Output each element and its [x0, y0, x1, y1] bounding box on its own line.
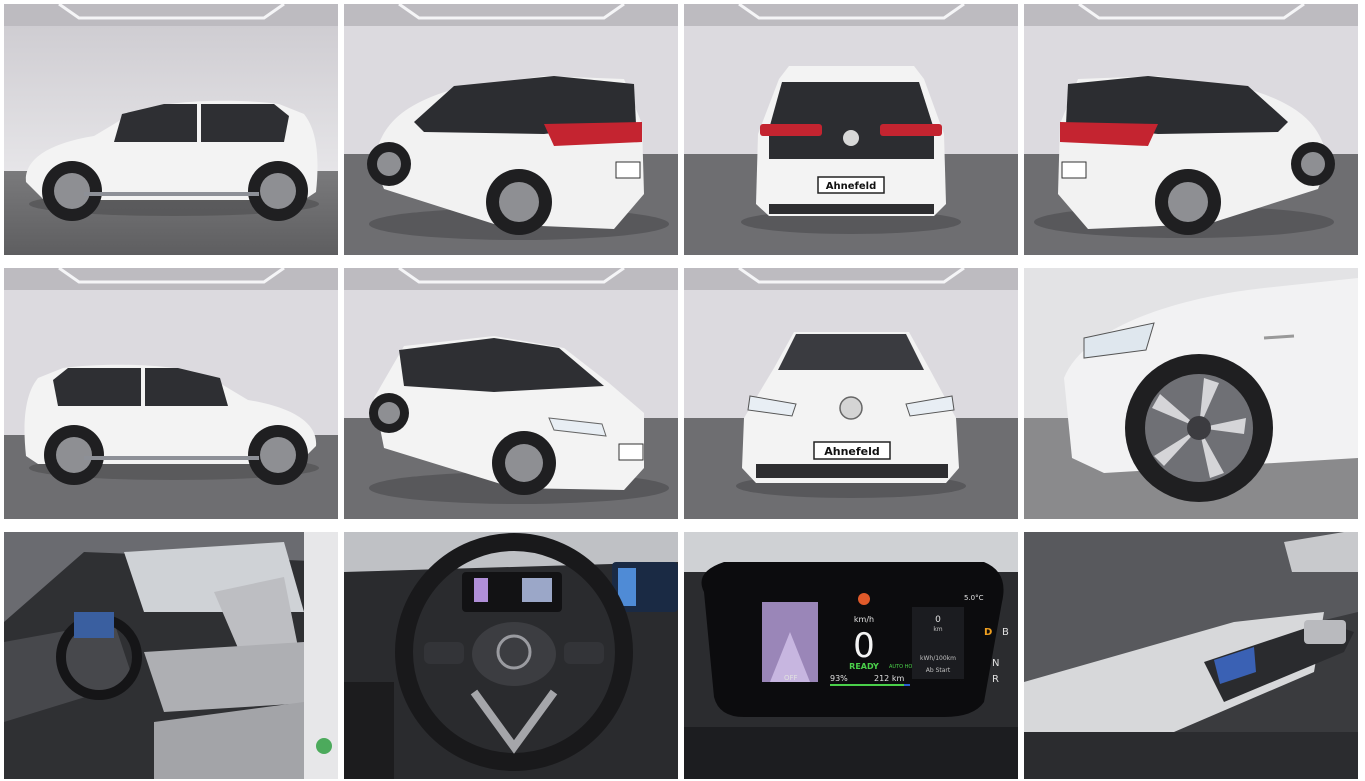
front-image: Ahnefeld	[684, 268, 1018, 519]
side-left-image	[4, 4, 338, 255]
ready-label: READY	[849, 662, 879, 671]
photo-instrument-display[interactable]: km/h 0 READY AUTO HOLD 93% 212 km OFF 5.…	[684, 532, 1018, 779]
instrument-display-image: km/h 0 READY AUTO HOLD 93% 212 km OFF 5.…	[684, 532, 1018, 779]
range-value: 212 km	[874, 674, 904, 683]
photo-rear-three-quarter-right[interactable]	[1024, 4, 1358, 255]
photo-door-panel[interactable]	[1024, 532, 1358, 779]
gear-d: D	[984, 627, 992, 638]
photo-interior-seats[interactable]	[4, 532, 338, 779]
temperature: 5.0°C	[964, 594, 984, 602]
trip-km-value: 0	[935, 615, 941, 625]
gear-b: B	[1002, 627, 1009, 638]
steering-wheel-image	[344, 532, 678, 779]
wheel-detail-image	[1024, 268, 1358, 519]
door-panel-image	[1024, 532, 1358, 779]
rear-three-quarter-left-image	[344, 4, 678, 255]
photo-gallery: Ahnefeld Ahnefeld km/h 0 READY AUTO HOLD…	[4, 4, 1358, 779]
front-three-quarter-left-image	[344, 268, 678, 519]
consumption-unit: kWh/100km	[920, 655, 956, 662]
interior-seats-image	[4, 532, 338, 779]
photo-steering-wheel[interactable]	[344, 532, 678, 779]
battery-percent: 93%	[830, 674, 848, 683]
front-plate-text: Ahnefeld	[824, 445, 880, 458]
gear-r: R	[992, 674, 999, 685]
trip-km-unit: km	[933, 626, 942, 633]
since-start-label: Ab Start	[926, 667, 951, 674]
rear-image: Ahnefeld	[684, 4, 1018, 255]
rear-plate-text: Ahnefeld	[826, 181, 876, 192]
speed-unit: km/h	[854, 615, 874, 624]
rear-three-quarter-right-image	[1024, 4, 1358, 255]
photo-wheel-detail[interactable]	[1024, 268, 1358, 519]
photo-front-three-quarter-left[interactable]	[344, 268, 678, 519]
photo-side-left[interactable]	[4, 4, 338, 255]
gear-n: N	[992, 658, 999, 669]
speed-value: 0	[853, 626, 875, 666]
photo-side-right[interactable]	[4, 268, 338, 519]
photo-rear[interactable]: Ahnefeld	[684, 4, 1018, 255]
side-right-image	[4, 268, 338, 519]
off-label: OFF	[784, 674, 798, 682]
photo-front[interactable]: Ahnefeld	[684, 268, 1018, 519]
photo-rear-three-quarter-left[interactable]	[344, 4, 678, 255]
